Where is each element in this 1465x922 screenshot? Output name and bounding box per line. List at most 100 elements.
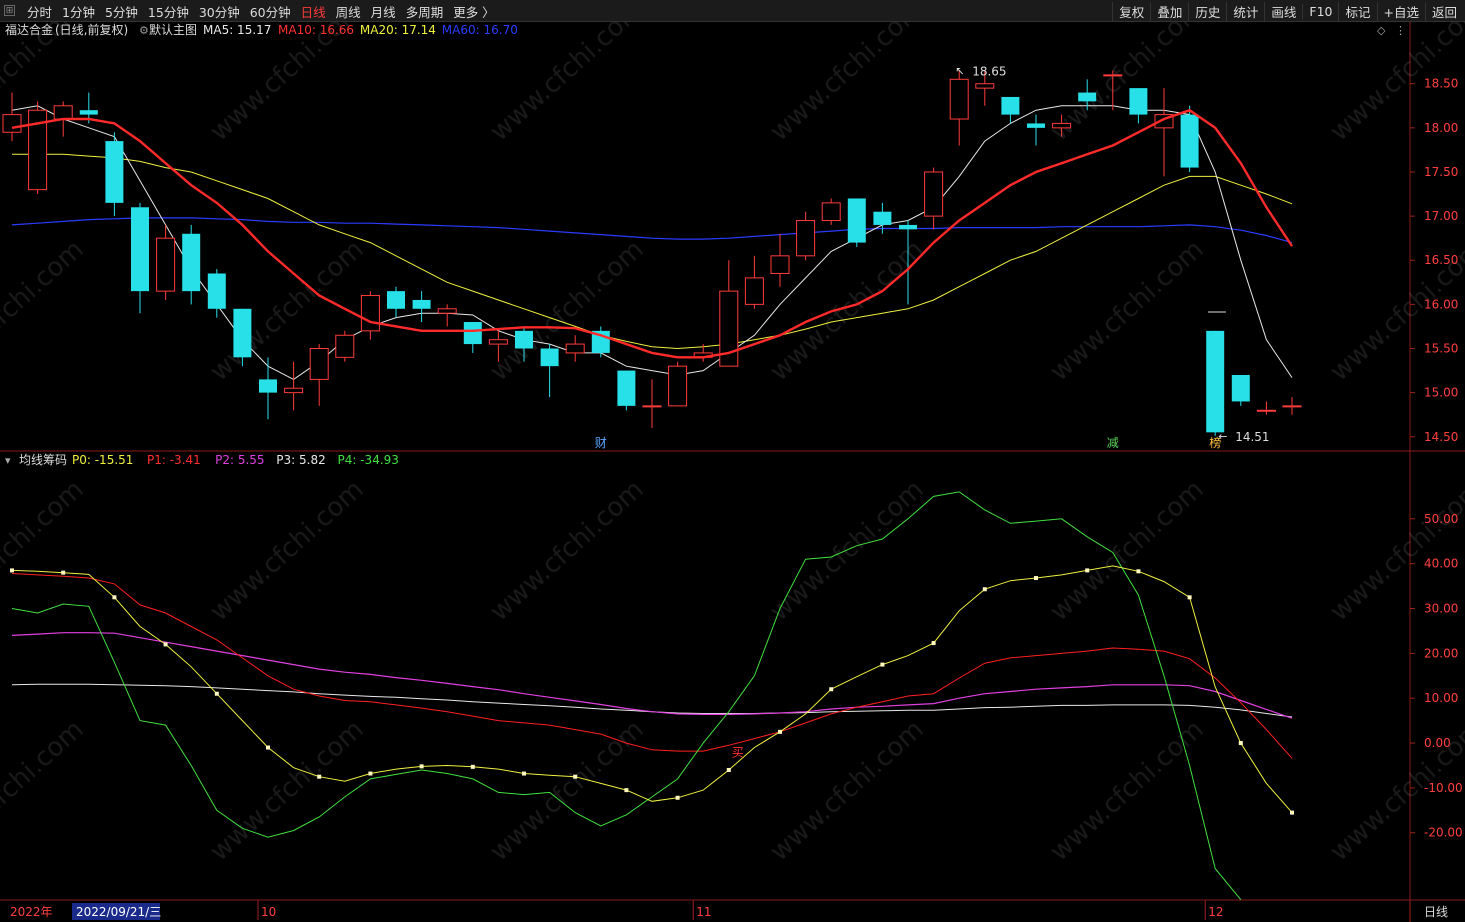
p0-dot [61,570,66,575]
period-tab-1[interactable]: 1分钟 [57,2,100,21]
price-tick-label: 16.00 [1424,297,1458,311]
candle-body [924,171,944,217]
action-button-2[interactable]: 历史 [1188,1,1226,21]
action-button-6[interactable]: 标记 [1338,1,1376,21]
high-arrow: ↖ [955,64,964,77]
p0-dot [470,764,475,769]
p0-dot [1085,568,1090,573]
diamond-icon: ◇ [1377,24,1386,37]
price-tick-label: 15.50 [1424,342,1458,356]
value-tick-label: 50.00 [1424,512,1458,526]
period-tab-3[interactable]: 15分钟 [143,2,194,21]
settings-icon: ⚙ [139,24,149,37]
candle-body [617,370,636,406]
candle-body [309,348,329,380]
candle-body [873,211,892,225]
p0-dots [10,568,1294,815]
watermark-text: www.cfchi.com [765,714,930,867]
period-tab-0[interactable]: 分时 [22,2,57,21]
p0-dot [829,687,834,692]
p0-dot [573,774,578,779]
value-tick-label: 20.00 [1424,646,1458,660]
candle-body [565,343,585,354]
watermark: www.cfchi.com www.cfchi.com www.cfchi.com w… [0,22,1465,867]
period-tabs: 分时 1分钟 5分钟 15分钟 30分钟 60分钟 日线 周线 月线 多周期 更多 〉 [22,0,500,22]
p0-dot [1290,810,1294,815]
action-button-8[interactable]: 返回 [1424,1,1463,21]
period-tab-8[interactable]: 月线 [366,2,401,21]
ma-legend: MA5: 15.17 [203,23,271,37]
candle-body [770,255,790,274]
watermark-text: www.cfchi.com [765,22,930,147]
ma-legend: MA20: 17.14 [360,23,436,37]
price-tick-label: 17.50 [1424,165,1458,179]
event-marker: 减 [1107,436,1119,450]
period-tab-5[interactable]: 60分钟 [245,2,296,21]
action-button-0[interactable]: 复权 [1112,1,1150,21]
watermark-text: www.cfchi.com [0,714,90,867]
candle-body [259,379,277,393]
watermark-text: www.cfchi.com [1045,714,1210,867]
action-button-1[interactable]: 叠加 [1150,1,1188,21]
candle-body [1231,374,1250,402]
candle-body [949,78,969,120]
month-label: 10 [261,905,276,919]
value-tick-label: 0.00 [1424,736,1451,750]
period-label: 日线 [1424,905,1448,919]
watermark-text: www.cfchi.com [205,714,370,867]
action-button-5[interactable]: F10 [1302,3,1338,19]
watermark-text: www.cfchi.com [485,234,650,387]
p0-dot [317,774,322,779]
action-button-3[interactable]: 统计 [1226,1,1264,21]
p0-dot [214,691,219,696]
price-tick-label: 15.00 [1424,386,1458,400]
watermark-text: www.cfchi.com [765,474,930,627]
candle-body [975,83,995,89]
watermark-text: www.cfchi.com [485,22,650,147]
p0-line [11,565,1293,813]
p0-dot [778,729,782,734]
watermark-text: www.cfchi.com [205,474,370,627]
action-button-4[interactable]: 画线 [1264,1,1302,21]
ma-legend: MA10: 16.66 [278,23,354,37]
p0-dot [419,764,424,769]
period-tab-7[interactable]: 周线 [331,2,366,21]
p0-dot [624,788,629,793]
candle-body [1103,74,1123,77]
p0-dot [1136,569,1141,574]
candle-body [1129,88,1148,115]
p0-dot [522,771,526,776]
kline-chart[interactable]: www.cfchi.com www.cfchi.com www.cfchi.com w… [0,22,1465,922]
watermark-text: www.cfchi.com [0,474,90,627]
sub-legend: ▾ 均线筹码 P0: -15.51 P1: -3.41 P2: 5.55 P3: 5.82… [5,453,399,467]
period-tab-9[interactable]: 多周期 [401,2,449,21]
p-legend: P2: 5.55 [215,453,264,467]
period-tab-4[interactable]: 30分钟 [194,2,245,21]
period-tab-2[interactable]: 5分钟 [100,2,143,21]
candle-body [437,308,457,314]
candle-body [796,220,816,257]
bottom-bar: 2022年 2022/09/21/三 10 11 12 日线 [10,900,1448,922]
month-label: 11 [696,905,711,919]
grid-icon[interactable]: ⊞ [4,5,15,16]
value-tick-label: 30.00 [1424,602,1458,616]
menu-icon: ⋮ [1395,24,1406,37]
p1-line [11,573,1293,759]
period-tab-6[interactable]: 日线 [296,2,331,21]
period-tab-10[interactable]: 更多 〉 [448,2,499,21]
high-label: 18.65 [972,64,1006,78]
template-name: 默认主图 [149,22,197,37]
p0-dot [880,662,885,667]
candle-body [463,322,482,345]
event-marker: 榜 [1209,435,1221,450]
action-button-7[interactable]: +自选 [1376,1,1425,21]
main-legend: 福达合金 (日线,前复权) ⚙ 默认主图 MA5: 15.17 MA10: 16.66 MA… [5,22,518,37]
value-tick-label: 40.00 [1424,557,1458,571]
value-tick-label: 10.00 [1424,691,1458,705]
action-buttons: 复权 叠加 历史 统计 画线 F10 标记 +自选 返回 [1112,0,1463,22]
p0-dot [266,745,270,750]
candle-body [821,202,841,222]
candle-body [105,141,124,203]
candles [2,70,1302,436]
candle-body [1256,409,1276,412]
